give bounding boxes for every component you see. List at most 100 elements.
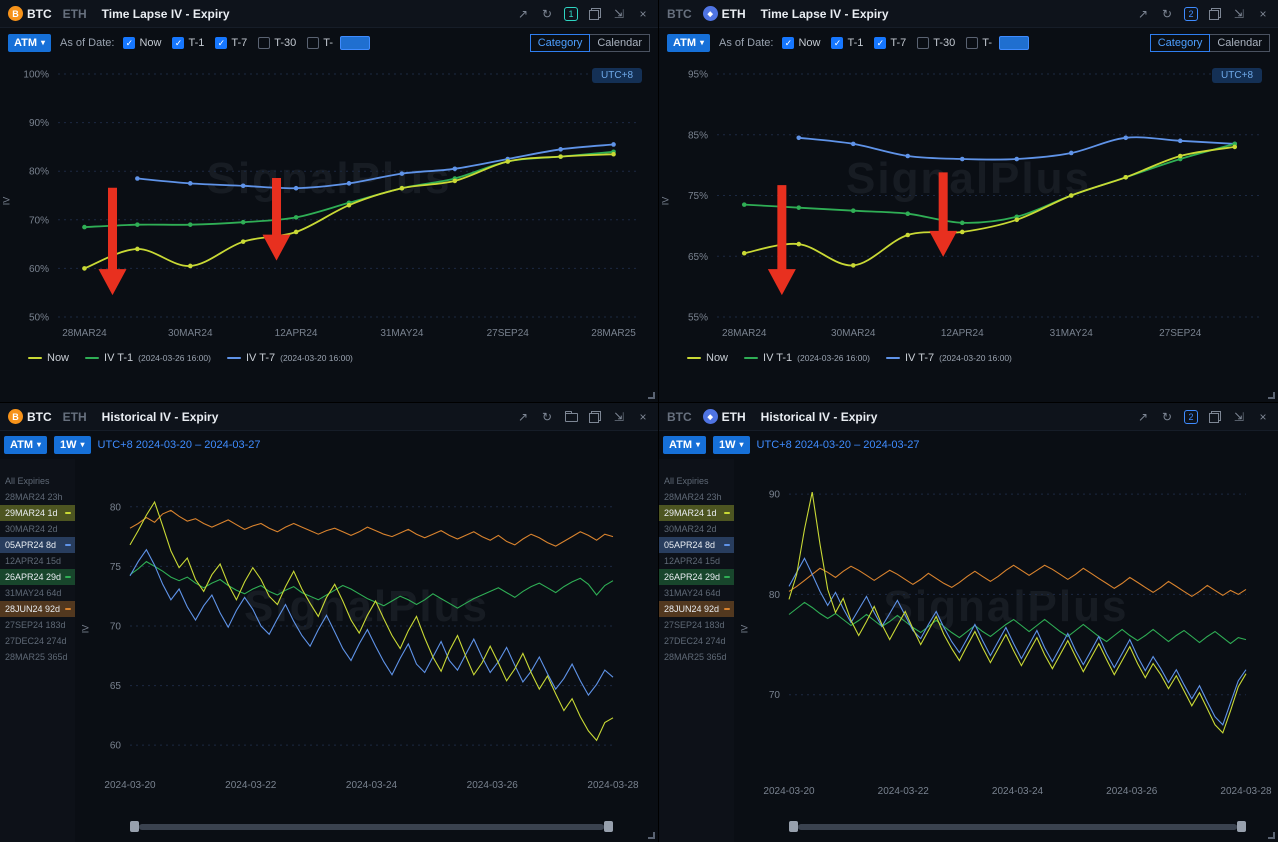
tab-btc[interactable]: BTC	[667, 410, 692, 424]
expiry-item[interactable]: 30MAR24 2d	[659, 521, 734, 537]
duplicate-icon[interactable]	[1208, 7, 1222, 21]
open-window-icon[interactable]: ↗	[1136, 7, 1150, 21]
custom-t-input[interactable]	[340, 36, 370, 50]
time-range-slider[interactable]	[130, 820, 613, 833]
slider-range[interactable]	[798, 824, 1237, 830]
close-icon[interactable]: ×	[636, 410, 650, 424]
expiry-item[interactable]: All Expiries	[0, 473, 75, 489]
expiry-item[interactable]: 30MAR24 2d	[0, 521, 75, 537]
checkbox-now[interactable]: ✓Now	[123, 37, 161, 49]
open-window-icon[interactable]: ↗	[516, 7, 530, 21]
expiry-item[interactable]: 28MAR25 365d	[659, 649, 734, 665]
resize-handle[interactable]	[1268, 832, 1275, 839]
category-button[interactable]: Category	[530, 34, 591, 52]
expiry-item[interactable]: 27SEP24 183d	[659, 617, 734, 633]
checkbox-box[interactable]	[966, 37, 978, 49]
legend-item[interactable]: Now	[28, 352, 69, 364]
time-range-slider[interactable]	[789, 820, 1246, 833]
refresh-icon[interactable]: ↻	[540, 7, 554, 21]
checkbox-t-30[interactable]: T-30	[258, 37, 296, 49]
refresh-icon[interactable]: ↻	[1160, 7, 1174, 21]
checkbox-t-7[interactable]: ✓T-7	[215, 37, 247, 49]
historical-iv-chart[interactable]: 7080902024-03-202024-03-222024-03-242024…	[734, 459, 1278, 811]
checkbox-box[interactable]: ✓	[831, 37, 843, 49]
expiry-item[interactable]: 27DEC24 274d	[0, 633, 75, 649]
tab-eth[interactable]: ETH	[63, 7, 87, 21]
expiry-item[interactable]: 26APR24 29d	[0, 569, 75, 585]
tab-eth[interactable]: ETH	[63, 410, 87, 424]
expiry-item[interactable]: 27DEC24 274d	[659, 633, 734, 649]
resize-handle[interactable]	[1268, 392, 1275, 399]
expiry-item[interactable]: 28MAR24 23h	[0, 489, 75, 505]
legend-item[interactable]: IV T-1(2024-03-26 16:00)	[744, 352, 870, 364]
atm-dropdown[interactable]: ATM ▾	[4, 436, 47, 454]
expand-icon[interactable]: ⇲	[1232, 410, 1246, 424]
checkbox-box[interactable]	[917, 37, 929, 49]
folder-icon[interactable]	[564, 410, 578, 424]
refresh-icon[interactable]: ↻	[540, 410, 554, 424]
atm-dropdown[interactable]: ATM ▾	[667, 34, 710, 52]
checkbox-box[interactable]: ✓	[874, 37, 886, 49]
open-window-icon[interactable]: ↗	[1136, 410, 1150, 424]
category-button[interactable]: Category	[1150, 34, 1211, 52]
expiry-item[interactable]: 12APR24 15d	[0, 553, 75, 569]
expiry-item[interactable]: 05APR24 8d	[659, 537, 734, 553]
checkbox-t-[interactable]: T-	[966, 37, 992, 49]
expiry-item[interactable]: 12APR24 15d	[659, 553, 734, 569]
open-window-icon[interactable]: ↗	[516, 410, 530, 424]
expiry-item[interactable]: 05APR24 8d	[0, 537, 75, 553]
expiry-item[interactable]: 28JUN24 92d	[659, 601, 734, 617]
duplicate-icon[interactable]	[588, 410, 602, 424]
resize-handle[interactable]	[648, 392, 655, 399]
expiry-item[interactable]: 28JUN24 92d	[0, 601, 75, 617]
refresh-icon[interactable]: ↻	[1160, 410, 1174, 424]
legend-item[interactable]: IV T-7(2024-03-20 16:00)	[886, 352, 1012, 364]
duplicate-icon[interactable]	[1208, 410, 1222, 424]
count-badge[interactable]: 2	[1184, 7, 1198, 21]
expiry-item[interactable]: 28MAR25 365d	[0, 649, 75, 665]
checkbox-t-1[interactable]: ✓T-1	[831, 37, 863, 49]
legend-item[interactable]: IV T-7(2024-03-20 16:00)	[227, 352, 353, 364]
period-dropdown[interactable]: 1W ▾	[54, 436, 91, 454]
checkbox-t-[interactable]: T-	[307, 37, 333, 49]
expiry-item[interactable]: 31MAY24 64d	[659, 585, 734, 601]
calendar-button[interactable]: Calendar	[1209, 34, 1270, 52]
slider-handle-right[interactable]	[604, 821, 613, 832]
tab-btc[interactable]: B BTC	[8, 6, 52, 21]
checkbox-box[interactable]	[258, 37, 270, 49]
legend-item[interactable]: IV T-1(2024-03-26 16:00)	[85, 352, 211, 364]
checkbox-box[interactable]	[307, 37, 319, 49]
checkbox-now[interactable]: ✓Now	[782, 37, 820, 49]
checkbox-box[interactable]: ✓	[123, 37, 135, 49]
checkbox-t-7[interactable]: ✓T-7	[874, 37, 906, 49]
duplicate-icon[interactable]	[588, 7, 602, 21]
expiry-item[interactable]: 26APR24 29d	[659, 569, 734, 585]
tab-btc[interactable]: BTC	[667, 7, 692, 21]
expiry-item[interactable]: 31MAY24 64d	[0, 585, 75, 601]
count-badge[interactable]: 1	[564, 7, 578, 21]
expiry-item[interactable]: All Expiries	[659, 473, 734, 489]
custom-t-input[interactable]	[999, 36, 1029, 50]
expand-icon[interactable]: ⇲	[612, 410, 626, 424]
legend-item[interactable]: Now	[687, 352, 728, 364]
calendar-button[interactable]: Calendar	[589, 34, 650, 52]
slider-range[interactable]	[139, 824, 604, 830]
expiry-item[interactable]: 29MAR24 1d	[0, 505, 75, 521]
tab-eth[interactable]: ◆ ETH	[703, 6, 746, 21]
checkbox-box[interactable]: ✓	[172, 37, 184, 49]
timelapse-iv-chart[interactable]: 50%60%70%80%90%100%28MAR2430MAR2412APR24…	[0, 58, 658, 345]
close-icon[interactable]: ×	[1256, 7, 1270, 21]
checkbox-t-30[interactable]: T-30	[917, 37, 955, 49]
slider-handle-left[interactable]	[789, 821, 798, 832]
historical-iv-chart[interactable]: 60657075802024-03-202024-03-222024-03-24…	[75, 459, 658, 811]
resize-handle[interactable]	[648, 832, 655, 839]
tab-eth[interactable]: ◆ ETH	[703, 409, 746, 424]
timelapse-iv-chart[interactable]: 55%65%75%85%95%28MAR2430MAR2412APR2431MA…	[659, 58, 1278, 345]
checkbox-box[interactable]: ✓	[782, 37, 794, 49]
slider-handle-left[interactable]	[130, 821, 139, 832]
slider-handle-right[interactable]	[1237, 821, 1246, 832]
count-badge[interactable]: 2	[1184, 410, 1198, 424]
checkbox-t-1[interactable]: ✓T-1	[172, 37, 204, 49]
expiry-item[interactable]: 27SEP24 183d	[0, 617, 75, 633]
checkbox-box[interactable]: ✓	[215, 37, 227, 49]
